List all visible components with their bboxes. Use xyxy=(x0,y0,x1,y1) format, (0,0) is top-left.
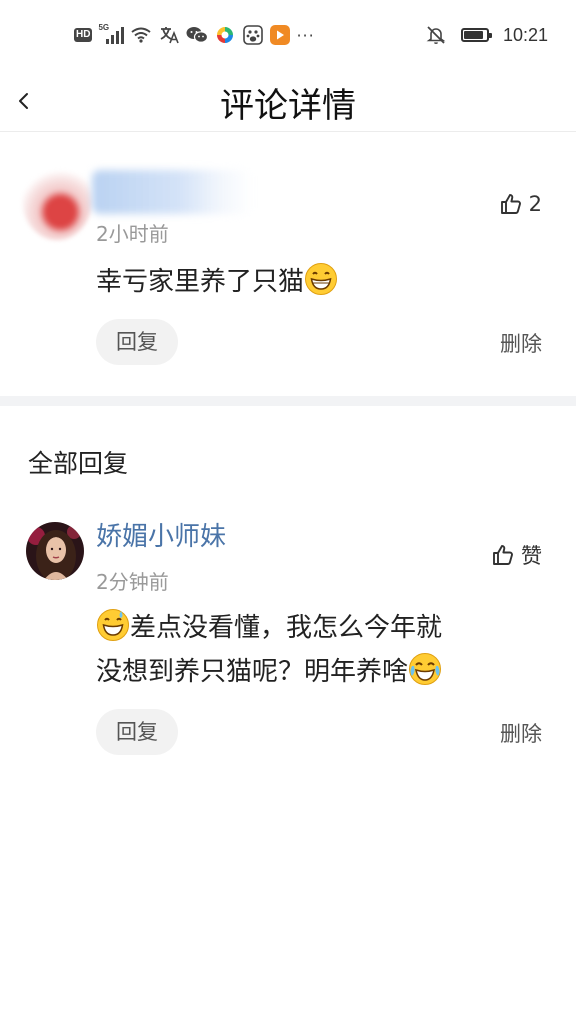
translate-icon xyxy=(158,24,180,46)
baidu-icon xyxy=(242,24,264,46)
comment-text-content: 幸亏家里养了只猫 xyxy=(96,267,305,297)
thumbs-up-icon xyxy=(500,194,521,214)
replies-section-title: 全部回复 xyxy=(28,449,129,478)
reply-like-button[interactable]: 赞 xyxy=(491,540,542,570)
status-icons-left: HD 5G ··· xyxy=(74,22,315,48)
reply-time: 2分钟前 xyxy=(96,570,169,594)
battery-icon xyxy=(460,28,492,42)
like-button[interactable]: 2 xyxy=(499,192,542,216)
more-dots-icon: ··· xyxy=(296,25,315,45)
avatar[interactable] xyxy=(22,160,92,240)
video-app-icon xyxy=(270,25,291,45)
reply-delete-button[interactable]: 删除 xyxy=(500,718,542,748)
reply-reply-button[interactable]: 回复 xyxy=(96,709,178,755)
username-blurred[interactable] xyxy=(92,170,252,214)
delete-button[interactable]: 删除 xyxy=(500,328,542,358)
wechat-icon xyxy=(186,24,209,46)
comment-text: 幸亏家里养了只猫 xyxy=(96,260,546,304)
page-title: 评论详情 xyxy=(220,86,356,126)
status-time: 10:21 xyxy=(502,24,548,45)
reply-text-line2: 没想到养只猫呢？明年养啥 xyxy=(96,657,409,687)
like-count: 2 xyxy=(528,192,542,216)
reply-like-label: 赞 xyxy=(521,544,542,568)
nav-bar: 评论详情 xyxy=(0,70,576,132)
comment-time: 2小时前 xyxy=(96,222,169,246)
reply-username[interactable]: 娇媚小师妹 xyxy=(96,516,226,553)
hd-icon: HD xyxy=(74,28,93,42)
status-icons-right: 10:21 xyxy=(425,22,548,48)
grinning-face-emoji xyxy=(305,263,338,295)
reply-text: 差点没看懂，我怎么今年就 没想到养只猫呢？明年养啥 xyxy=(96,606,546,694)
wifi-icon xyxy=(130,24,152,46)
reply-avatar[interactable] xyxy=(26,522,84,580)
reply-text-line1: 差点没看懂，我怎么今年就 xyxy=(130,613,443,643)
tears-of-joy-emoji xyxy=(409,653,442,685)
mute-bell-icon xyxy=(425,24,447,46)
section-divider xyxy=(0,396,576,406)
reply-button[interactable]: 回复 xyxy=(96,319,178,365)
signal-5g-icon: 5G xyxy=(98,23,125,45)
app-icon xyxy=(214,24,236,46)
status-bar: HD 5G ··· 10:21 xyxy=(0,0,576,70)
grinning-sweat-emoji xyxy=(97,609,129,641)
thumbs-up-icon xyxy=(493,545,513,565)
